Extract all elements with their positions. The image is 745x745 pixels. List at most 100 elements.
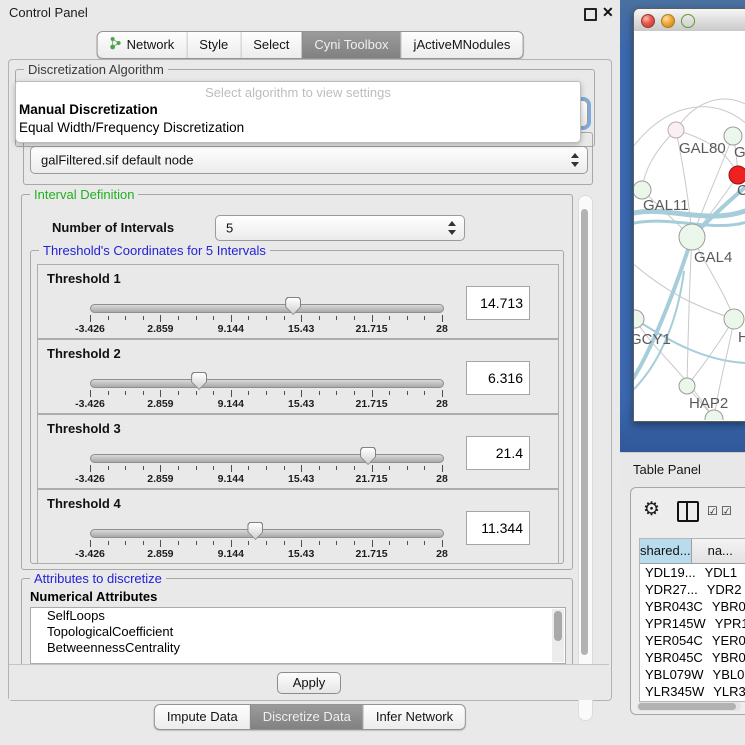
cell-shared-name: YBL079W <box>640 666 704 683</box>
tab-jactivemnodules[interactable]: jActiveMNodules <box>401 32 523 58</box>
tick-mark <box>178 541 179 545</box>
cell-name: YLR3 <box>704 683 745 700</box>
slider-track[interactable] <box>90 304 444 313</box>
tab-network[interactable]: Network <box>98 32 187 58</box>
slider-thumb[interactable] <box>360 447 376 465</box>
tick-mark <box>336 541 337 545</box>
table-row[interactable]: YBR043CYBR0 <box>640 598 745 615</box>
tab-style[interactable]: Style <box>186 32 240 58</box>
tick-mark <box>125 391 126 395</box>
minimize-window-icon[interactable] <box>661 14 675 28</box>
node-gal80[interactable] <box>668 122 684 138</box>
threshold-value-field[interactable]: 14.713 <box>466 286 530 320</box>
tick-mark <box>301 540 302 547</box>
slider-tick-labels: -3.4262.8599.14415.4321.71528 <box>90 323 442 335</box>
tick-mark <box>266 466 267 470</box>
tick-mark <box>442 390 443 397</box>
tick-mark <box>284 541 285 545</box>
tab-select[interactable]: Select <box>240 32 301 58</box>
tab-cyni-toolbox[interactable]: Cyni Toolbox <box>301 32 400 58</box>
checkbox-icon[interactable]: ☑ <box>721 504 732 518</box>
content-scrollbar-thumb[interactable] <box>581 209 588 655</box>
attribute-item-betweennesscentrality[interactable]: BetweennessCentrality <box>31 640 565 656</box>
network-icon <box>110 36 122 53</box>
table-row[interactable]: YLR345WYLR3 <box>640 683 745 700</box>
node-gcy1[interactable] <box>634 310 644 328</box>
float-window-icon[interactable] <box>584 8 597 21</box>
table-row[interactable]: YPR145WYPR1 <box>640 615 745 632</box>
num-intervals-select[interactable]: 5 <box>215 215 465 241</box>
attribute-item-topologicalcoefficient[interactable]: TopologicalCoefficient <box>31 624 565 640</box>
slider-thumb[interactable] <box>191 372 207 390</box>
attributes-scrollbar-thumb[interactable] <box>554 611 562 641</box>
threshold-value-field[interactable]: 21.4 <box>466 436 530 470</box>
tick-label: 21.715 <box>356 548 388 560</box>
bottom-tab-discretize-data[interactable]: Discretize Data <box>250 705 363 729</box>
cell-name: YDR2 <box>698 581 745 598</box>
table-row[interactable]: YER054CYER0 <box>640 632 745 649</box>
slider-track[interactable] <box>90 379 444 388</box>
slider-thumb[interactable] <box>247 522 263 540</box>
attributes-group: Attributes to discretize Numerical Attri… <box>21 578 573 668</box>
threshold-value-field[interactable]: 11.344 <box>466 511 530 545</box>
checkbox-icon[interactable]: ☑ <box>707 504 718 518</box>
bottom-tab-impute-data[interactable]: Impute Data <box>155 705 250 729</box>
apply-button[interactable]: Apply <box>277 672 341 694</box>
network-view-window: GAL80GACGAL11GAL4GCY1HHAP2 <box>633 8 745 422</box>
algorithm-option-equal-width-frequency-discretization[interactable]: Equal Width/Frequency Discretization <box>19 120 244 135</box>
tick-label: -3.426 <box>75 323 105 335</box>
table-horizontal-scrollbar[interactable] <box>637 702 741 711</box>
tick-label: 15.43 <box>288 473 314 485</box>
slider-tick-labels: -3.4262.8599.14415.4321.71528 <box>90 473 442 485</box>
tick-label: 2.859 <box>147 473 173 485</box>
tick-mark <box>372 315 373 322</box>
column-header-1[interactable]: shared... <box>640 539 692 563</box>
tick-label: 2.859 <box>147 323 173 335</box>
node-hap2[interactable] <box>679 378 695 394</box>
tick-mark <box>372 465 373 472</box>
attribute-item-selfloops[interactable]: SelfLoops <box>31 608 565 624</box>
close-icon[interactable]: ✕ <box>602 4 614 21</box>
tick-mark <box>160 390 161 397</box>
tick-mark <box>354 466 355 470</box>
cell-name: YBL0 <box>704 666 745 683</box>
tick-label: 9.144 <box>218 323 244 335</box>
slider-thumb[interactable] <box>285 297 301 315</box>
tick-mark <box>248 541 249 545</box>
table-row[interactable]: YBR045CYBR0 <box>640 649 745 666</box>
network-edge <box>642 130 676 190</box>
content-scrollbar[interactable] <box>578 195 593 721</box>
table-row[interactable]: YDL19...YDL1 <box>640 564 745 581</box>
node-gal4[interactable] <box>679 224 705 250</box>
tick-mark <box>372 390 373 397</box>
numerical-attributes-list[interactable]: SelfLoopsTopologicalCoefficientBetweenne… <box>30 607 566 664</box>
table-row[interactable]: YDR27...YDR2 <box>640 581 745 598</box>
slider-track[interactable] <box>90 454 444 463</box>
tick-mark <box>248 316 249 320</box>
algorithm-option-manual-discretization[interactable]: Manual Discretization <box>19 102 158 117</box>
tick-mark <box>389 466 390 470</box>
tick-mark <box>336 391 337 395</box>
column-layout-icon[interactable] <box>677 501 699 522</box>
tick-mark <box>196 316 197 320</box>
cell-shared-name: YBR045C <box>640 649 703 666</box>
network-canvas[interactable]: GAL80GACGAL11GAL4GCY1HHAP2 <box>634 31 745 420</box>
table-row[interactable]: YBL079WYBL0 <box>640 666 745 683</box>
attributes-scrollbar[interactable] <box>552 609 564 662</box>
tick-label: 2.859 <box>147 548 173 560</box>
node-h-node[interactable] <box>724 309 744 329</box>
node-top-right[interactable] <box>724 127 742 145</box>
tick-label: 28 <box>436 398 448 410</box>
tick-label: 21.715 <box>356 398 388 410</box>
table-data-select[interactable]: galFiltered.sif default node <box>30 146 588 174</box>
bottom-tab-infer-network[interactable]: Infer Network <box>363 705 465 729</box>
slider-track[interactable] <box>90 529 444 538</box>
zoom-window-icon[interactable] <box>681 14 695 28</box>
table-hscrollbar-thumb[interactable] <box>638 703 736 710</box>
gear-icon[interactable]: ⚙ <box>643 498 660 521</box>
tick-label: 28 <box>436 473 448 485</box>
threshold-value-field[interactable]: 6.316 <box>466 361 530 395</box>
close-window-icon[interactable] <box>641 14 655 28</box>
tick-mark <box>319 316 320 320</box>
column-header-2[interactable]: na... <box>692 539 745 563</box>
